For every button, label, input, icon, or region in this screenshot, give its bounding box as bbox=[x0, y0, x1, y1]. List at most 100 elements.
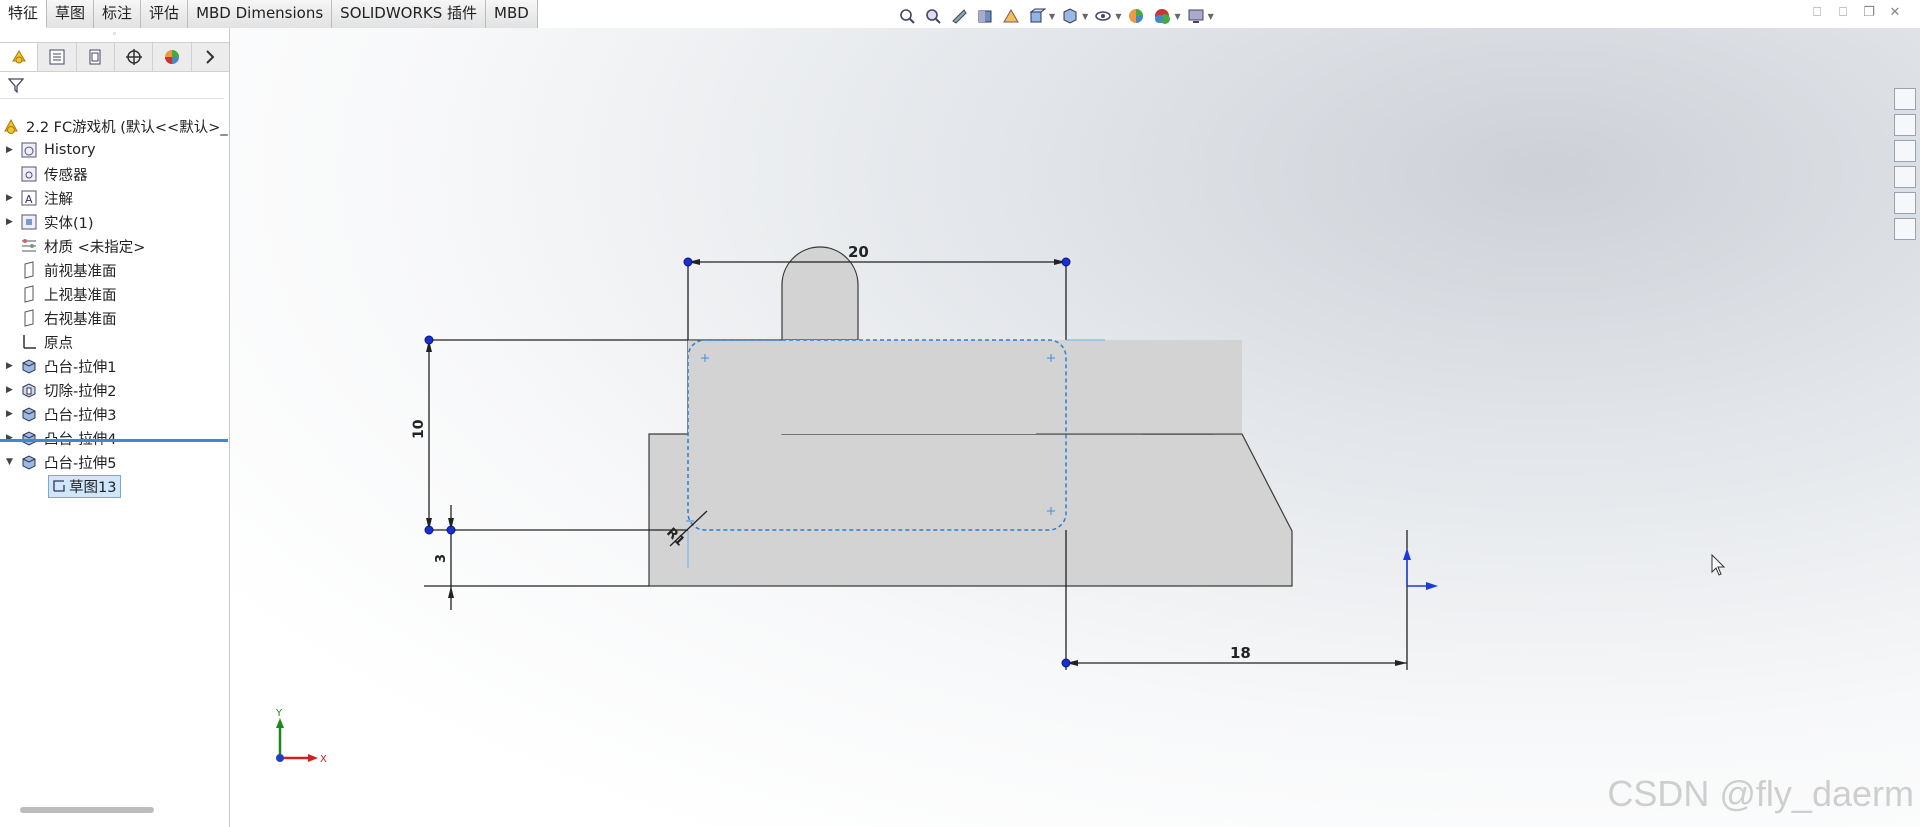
expand-arrow-icon[interactable]: ▶ bbox=[6, 145, 20, 155]
tree-item-top-plane[interactable]: 上视基准面 bbox=[0, 282, 229, 306]
tree-item-sensors[interactable]: 传感器 bbox=[0, 162, 229, 186]
graphics-area[interactable]: 20 10 3 18 R1 Y X CSDN @fly_daerm bbox=[230, 28, 1920, 827]
panel-horizontal-scrollbar[interactable] bbox=[20, 807, 154, 813]
tree-item-label: 凸台-拉伸4 bbox=[44, 428, 116, 449]
tree-item-label: 凸台-拉伸3 bbox=[44, 407, 117, 424]
origin-icon bbox=[20, 333, 38, 351]
close-icon[interactable]: ✕ bbox=[1888, 6, 1902, 20]
solid-body-icon bbox=[20, 213, 38, 231]
configuration-manager-tab-icon[interactable] bbox=[77, 43, 115, 71]
tree-item-history[interactable]: ▶ History bbox=[0, 138, 229, 162]
solidworks-resources-icon[interactable] bbox=[1894, 88, 1916, 110]
dimension-value-3[interactable]: 3 bbox=[434, 554, 449, 563]
tree-root-label: 2.2 FC游戏机 (默认<<默认>_ bbox=[26, 119, 228, 136]
dimension-value-18[interactable]: 18 bbox=[1230, 644, 1251, 662]
expand-arrow-icon[interactable]: ▶ bbox=[6, 217, 20, 227]
tree-item-solid-bodies[interactable]: ▶ 实体(1) bbox=[0, 210, 229, 234]
window-controls: ⎕ ⎕ ❐ ✕ bbox=[1810, 6, 1902, 20]
tree-item-material[interactable]: 材质 <未指定> bbox=[0, 234, 229, 258]
view-orientation-dropdown-icon[interactable]: ▼ bbox=[1049, 12, 1055, 21]
tree-item-label: History bbox=[44, 142, 96, 158]
tile-left-icon[interactable]: ⎕ bbox=[1810, 6, 1824, 20]
display-style-dropdown-icon[interactable]: ▼ bbox=[1082, 12, 1088, 21]
tree-item-front-plane[interactable]: 前视基准面 bbox=[0, 258, 229, 282]
tree-filter[interactable] bbox=[0, 72, 224, 99]
design-library-icon[interactable] bbox=[1894, 114, 1916, 136]
command-manager-tabs: 特征 草图 标注 评估 MBD Dimensions SOLIDWORKS 插件… bbox=[0, 0, 538, 29]
hide-show-dropdown-icon[interactable]: ▼ bbox=[1115, 12, 1121, 21]
tree-item-sketch13[interactable]: 草图13 bbox=[0, 474, 229, 498]
history-icon bbox=[20, 141, 38, 159]
tab-evaluate[interactable]: 评估 bbox=[141, 0, 189, 28]
appearances-icon[interactable] bbox=[1894, 192, 1916, 214]
svg-text:A: A bbox=[25, 193, 33, 206]
expand-arrow-icon[interactable]: ▶ bbox=[6, 193, 20, 203]
material-icon bbox=[20, 237, 38, 255]
dynamic-annotation-icon[interactable] bbox=[1000, 6, 1022, 26]
tree-item-cut-extrude2[interactable]: ▶ 切除-拉伸2 bbox=[0, 378, 229, 402]
edit-appearance-icon[interactable] bbox=[1125, 6, 1147, 26]
tab-mbd[interactable]: MBD bbox=[486, 0, 538, 28]
view-settings-icon[interactable] bbox=[1185, 6, 1207, 26]
dimxpert-manager-tab-icon[interactable] bbox=[115, 43, 154, 71]
custom-properties-icon[interactable] bbox=[1894, 218, 1916, 240]
tree-item-annotations[interactable]: ▶ A 注解 bbox=[0, 186, 229, 210]
file-explorer-icon[interactable] bbox=[1894, 140, 1916, 162]
annotation-icon: A bbox=[20, 189, 38, 207]
section-view-icon[interactable] bbox=[974, 6, 996, 26]
dimension-value-20[interactable]: 20 bbox=[848, 243, 869, 261]
tree-item-label: 传感器 bbox=[44, 167, 88, 184]
tree-item-label: 切除-拉伸2 bbox=[44, 383, 117, 400]
dimension-value-10[interactable]: 10 bbox=[411, 419, 427, 439]
tab-mbd-dimensions[interactable]: MBD Dimensions bbox=[188, 0, 333, 28]
view-palette-icon[interactable] bbox=[1894, 166, 1916, 188]
hide-show-items-icon[interactable] bbox=[1092, 6, 1114, 26]
expand-arrow-icon[interactable]: ▶ bbox=[6, 361, 20, 371]
tile-right-icon[interactable]: ⎕ bbox=[1836, 6, 1850, 20]
display-style-icon[interactable] bbox=[1059, 6, 1081, 26]
property-manager-tab-icon[interactable] bbox=[38, 43, 77, 71]
axis-triad: Y X bbox=[275, 708, 327, 765]
boss-extrude-icon bbox=[20, 357, 38, 375]
view-settings-dropdown-icon[interactable]: ▼ bbox=[1208, 12, 1214, 21]
sketch-icon bbox=[53, 479, 65, 492]
tab-solidworks-addins[interactable]: SOLIDWORKS 插件 bbox=[332, 0, 487, 28]
view-orientation-icon[interactable] bbox=[1026, 6, 1048, 26]
previous-view-icon[interactable] bbox=[948, 6, 970, 26]
rollback-bar[interactable] bbox=[0, 439, 228, 442]
tree-root-part[interactable]: 2.2 FC游戏机 (默认<<默认>_ bbox=[0, 114, 229, 138]
feature-manager-tab-icon[interactable] bbox=[0, 43, 39, 71]
restore-icon[interactable]: ❐ bbox=[1862, 6, 1876, 20]
plane-icon bbox=[20, 285, 38, 303]
tree-item-origin[interactable]: 原点 bbox=[0, 330, 229, 354]
tree-item-boss-extrude4[interactable]: ▶ 凸台-拉伸4 bbox=[0, 426, 229, 450]
tree-item-right-plane[interactable]: 右视基准面 bbox=[0, 306, 229, 330]
display-manager-tab-icon[interactable] bbox=[153, 43, 192, 71]
tree-item-boss-extrude5[interactable]: ▼ 凸台-拉伸5 bbox=[0, 450, 229, 474]
tab-sketch[interactable]: 草图 bbox=[47, 0, 95, 28]
tree-item-label: 前视基准面 bbox=[44, 263, 117, 280]
tree-item-label: 原点 bbox=[44, 335, 73, 352]
part-icon bbox=[2, 117, 20, 135]
triad-y-label: Y bbox=[275, 708, 283, 719]
boss-extrude-icon bbox=[20, 429, 38, 447]
watermark: CSDN @fly_daerm bbox=[1607, 773, 1914, 814]
expand-arrow-icon[interactable]: ▶ bbox=[6, 385, 20, 395]
apply-scene-icon[interactable] bbox=[1151, 6, 1173, 26]
tree-item-label: 材质 <未指定> bbox=[44, 239, 146, 256]
tree-item-label: 实体(1) bbox=[44, 215, 94, 232]
apply-scene-dropdown-icon[interactable]: ▼ bbox=[1174, 12, 1180, 21]
expand-arrow-icon[interactable]: ▶ bbox=[6, 409, 20, 419]
tab-markup[interactable]: 标注 bbox=[94, 0, 142, 28]
tree-item-boss-extrude1[interactable]: ▶ 凸台-拉伸1 bbox=[0, 354, 229, 378]
zoom-to-area-icon[interactable] bbox=[922, 6, 944, 26]
dimension-arrow bbox=[448, 586, 454, 598]
filter-icon[interactable] bbox=[8, 77, 24, 93]
zoom-to-fit-icon[interactable] bbox=[896, 6, 918, 26]
panel-tabs-more-icon[interactable] bbox=[192, 43, 229, 71]
panel-grip-icon[interactable]: ◦ bbox=[0, 28, 229, 42]
sketch-origin-marker bbox=[1403, 548, 1438, 590]
tab-features[interactable]: 特征 bbox=[0, 0, 48, 28]
tree-item-boss-extrude3[interactable]: ▶ 凸台-拉伸3 bbox=[0, 402, 229, 426]
collapse-arrow-icon[interactable]: ▼ bbox=[6, 457, 20, 467]
